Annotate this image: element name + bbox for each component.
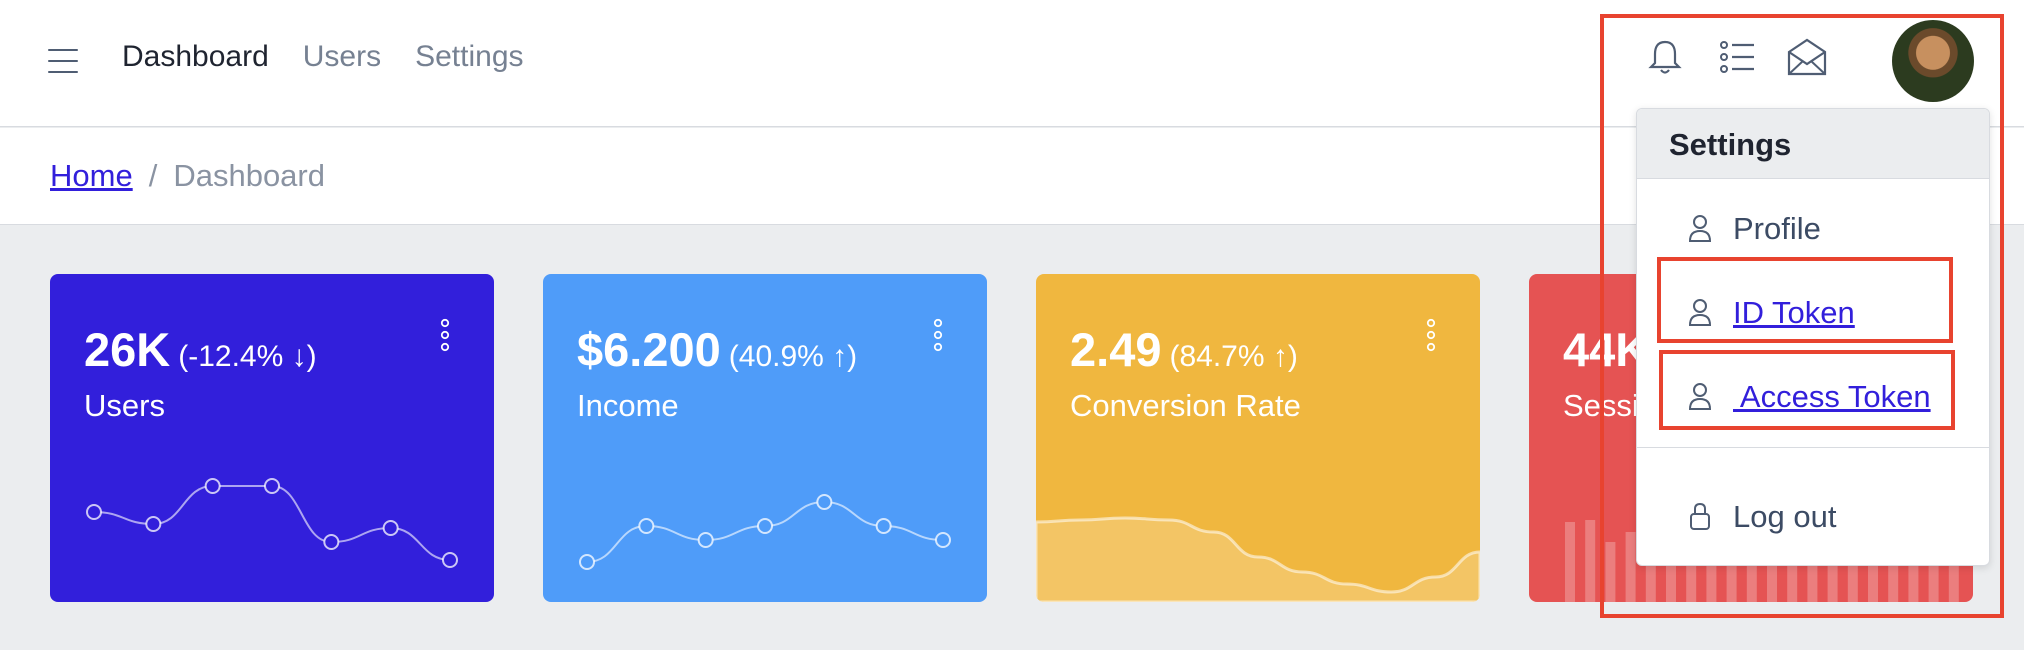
- user-icon: [1688, 215, 1712, 242]
- sparkline-bar: [1706, 562, 1717, 602]
- nav-users[interactable]: Users: [303, 40, 381, 74]
- stat-label: Conversion Rate: [1070, 388, 1301, 423]
- sparkline-point: [875, 518, 892, 534]
- sparkline-bar: [1605, 542, 1616, 602]
- bell-icon[interactable]: [1644, 36, 1686, 78]
- sparkline-bar: [1585, 520, 1596, 602]
- sparkline-point: [935, 532, 951, 548]
- stat-value-number: $6.200: [577, 323, 721, 376]
- dropdown-item-label: Profile: [1733, 211, 1821, 246]
- stat-change: (84.7% ↑): [1169, 340, 1298, 373]
- sparkline-point: [264, 478, 280, 494]
- sparkline-chart: [1036, 516, 1480, 602]
- dropdown-divider: [1637, 447, 1989, 448]
- dropdown-item-label: Log out: [1733, 499, 1837, 534]
- dropdown-item-label: ID Token: [1733, 295, 1855, 330]
- sparkline-point: [638, 518, 655, 534]
- breadcrumb-home-link[interactable]: Home: [50, 158, 133, 194]
- user-avatar[interactable]: [1892, 20, 1974, 102]
- breadcrumb-current: Dashboard: [173, 158, 325, 193]
- stat-change: (-12.4% ↓): [178, 340, 317, 373]
- sparkline-point: [816, 494, 833, 510]
- breadcrumb: Home / Dashboard: [50, 158, 325, 194]
- sparkline-point: [382, 520, 399, 536]
- stat-label: Income: [577, 388, 679, 423]
- dropdown-item-profile[interactable]: Profile: [1637, 195, 1989, 257]
- user-icon: [1688, 383, 1712, 410]
- stat-card-income: $6.200 (40.9% ↑) Income: [543, 274, 987, 602]
- breadcrumb-separator: /: [148, 158, 158, 193]
- sparkline-bar: [1625, 532, 1636, 602]
- user-icon: [1688, 299, 1712, 326]
- dropdown-item-label: Access Token: [1733, 379, 1931, 414]
- stat-value: 26K (-12.4% ↓): [84, 322, 317, 377]
- settings-dropdown: Settings Profile ID Token Access Token L…: [1636, 108, 1990, 566]
- stat-label: Users: [84, 388, 165, 423]
- more-options-icon[interactable]: [1426, 318, 1436, 352]
- more-options-icon[interactable]: [933, 318, 943, 352]
- sparkline-bar: [1565, 522, 1575, 602]
- dropdown-item-logout[interactable]: Log out: [1637, 483, 1989, 545]
- menu-toggle-icon[interactable]: [48, 49, 78, 75]
- stat-card-conversion-rate: 2.49 (84.7% ↑) Conversion Rate: [1036, 274, 1480, 602]
- sparkline-point: [579, 554, 595, 570]
- sparkline-point: [757, 518, 773, 534]
- sparkline-point: [145, 516, 162, 532]
- lock-icon: [1690, 502, 1710, 530]
- stat-change: (40.9% ↑): [728, 340, 858, 373]
- more-options-icon[interactable]: [440, 318, 450, 352]
- stat-value-number: 26K: [84, 323, 171, 376]
- sparkline-point: [442, 552, 458, 568]
- sparkline-point: [323, 534, 340, 550]
- dropdown-item-access-token[interactable]: Access Token: [1637, 363, 1989, 425]
- nav-settings[interactable]: Settings: [415, 40, 523, 74]
- envelope-icon[interactable]: [1786, 36, 1828, 78]
- stat-value: $6.200 (40.9% ↑): [577, 322, 857, 377]
- sparkline-point: [204, 478, 221, 494]
- sparkline-chart: [579, 494, 951, 570]
- top-nav: Dashboard Users Settings: [122, 40, 524, 74]
- dropdown-item-id-token[interactable]: ID Token: [1637, 279, 1989, 341]
- sparkline-point: [86, 504, 102, 520]
- stat-value-number: 2.49: [1070, 323, 1162, 376]
- nav-dashboard[interactable]: Dashboard: [122, 40, 269, 74]
- dropdown-header: Settings: [1637, 109, 1989, 179]
- stat-value: 2.49 (84.7% ↑): [1070, 322, 1298, 377]
- sparkline-chart: [86, 478, 458, 568]
- sparkline-point: [697, 532, 714, 548]
- stat-card-users: 26K (-12.4% ↓) Users: [50, 274, 494, 602]
- sparkline-area: [1036, 516, 1480, 602]
- list-icon[interactable]: [1716, 36, 1758, 78]
